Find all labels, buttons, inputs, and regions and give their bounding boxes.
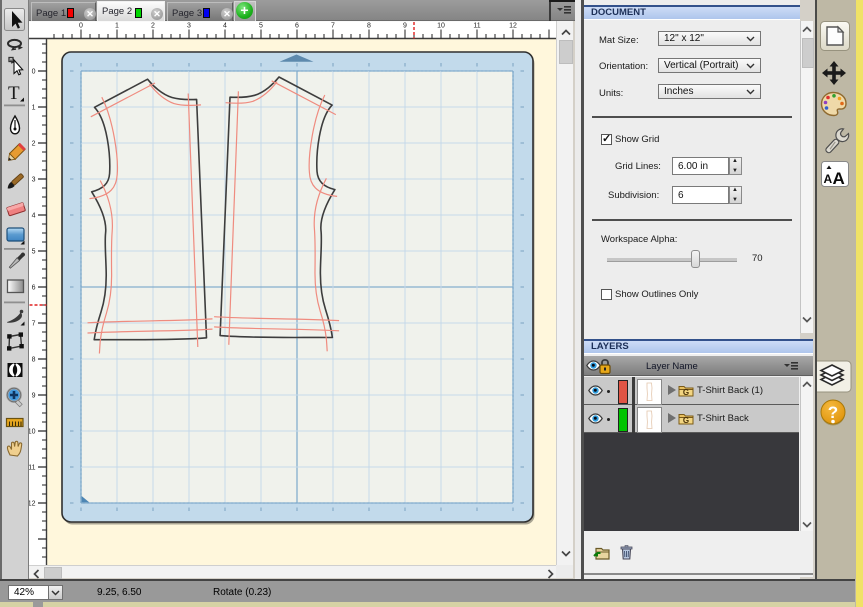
svg-text:10: 10 [437,23,445,30]
svg-text:G: G [683,416,689,425]
svg-text:3: 3 [32,177,36,184]
svg-text:2: 2 [151,23,155,30]
svg-text:0: 0 [32,69,36,76]
svg-text:8: 8 [367,23,371,30]
svg-text:7: 7 [32,321,36,328]
svg-text:3: 3 [187,23,191,30]
svg-text:12: 12 [509,23,517,30]
svg-text:5: 5 [259,23,263,30]
svg-text:A: A [833,169,845,188]
svg-text:2: 2 [32,141,36,148]
svg-text:5: 5 [32,249,36,256]
svg-text:6: 6 [295,23,299,30]
svg-text:1: 1 [115,23,119,30]
svg-text:A: A [824,172,833,186]
svg-text:T: T [8,83,20,104]
svg-text:11: 11 [473,23,480,30]
svg-text:G: G [683,388,689,397]
svg-text:9: 9 [32,393,36,400]
svg-text:0: 0 [79,23,83,30]
svg-text:4: 4 [32,213,36,220]
svg-text:?: ? [828,403,838,422]
svg-text:6: 6 [32,285,36,292]
svg-text:9: 9 [403,23,407,30]
svg-text:12: 12 [29,501,36,508]
svg-text:7: 7 [331,23,335,30]
svg-text:1: 1 [32,105,36,112]
svg-text:10: 10 [29,429,36,436]
svg-text:4: 4 [223,23,227,30]
svg-text:8: 8 [32,357,36,364]
svg-text:11: 11 [29,465,36,472]
